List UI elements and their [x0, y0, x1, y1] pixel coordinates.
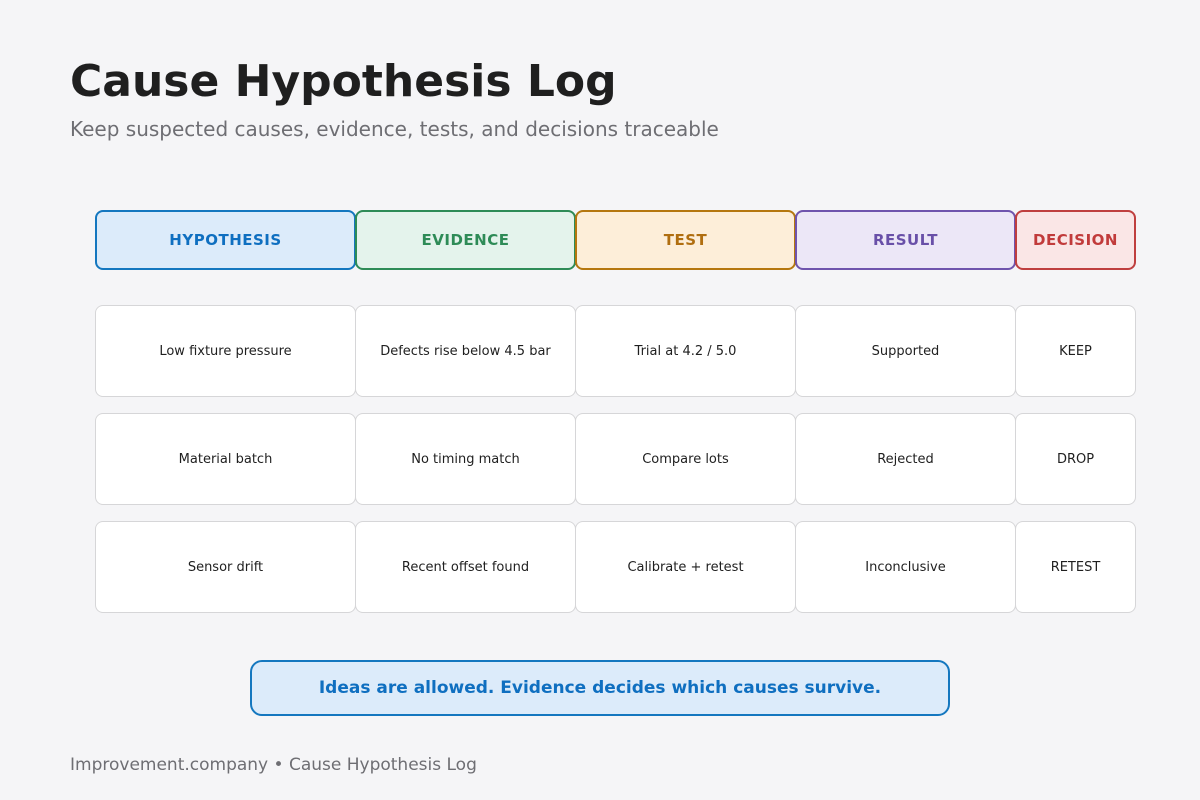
hypothesis-cell: Sensor drift — [95, 521, 356, 613]
evidence-cell: Defects rise below 4.5 bar — [355, 305, 576, 397]
column-header-decision: DECISION — [1015, 210, 1136, 270]
evidence-cell: No timing match — [355, 413, 576, 505]
result-cell: Supported — [795, 305, 1016, 397]
result-cell: Inconclusive — [795, 521, 1016, 613]
hypothesis-cell: Low fixture pressure — [95, 305, 356, 397]
decision-cell: DROP — [1015, 413, 1136, 505]
evidence-cell: Recent offset found — [355, 521, 576, 613]
page-title: Cause Hypothesis Log — [70, 56, 617, 107]
hypothesis-cell: Material batch — [95, 413, 356, 505]
test-cell: Calibrate + retest — [575, 521, 796, 613]
decision-cell: RETEST — [1015, 521, 1136, 613]
test-cell: Trial at 4.2 / 5.0 — [575, 305, 796, 397]
result-cell: Rejected — [795, 413, 1016, 505]
decision-cell: KEEP — [1015, 305, 1136, 397]
page-subtitle: Keep suspected causes, evidence, tests, … — [70, 117, 719, 141]
column-header-hypothesis: HYPOTHESIS — [95, 210, 356, 270]
test-cell: Compare lots — [575, 413, 796, 505]
column-header-test: TEST — [575, 210, 796, 270]
column-header-result: RESULT — [795, 210, 1016, 270]
principle-callout: Ideas are allowed. Evidence decides whic… — [250, 660, 950, 716]
footer-text: Improvement.company • Cause Hypothesis L… — [70, 755, 477, 775]
column-header-evidence: EVIDENCE — [355, 210, 576, 270]
